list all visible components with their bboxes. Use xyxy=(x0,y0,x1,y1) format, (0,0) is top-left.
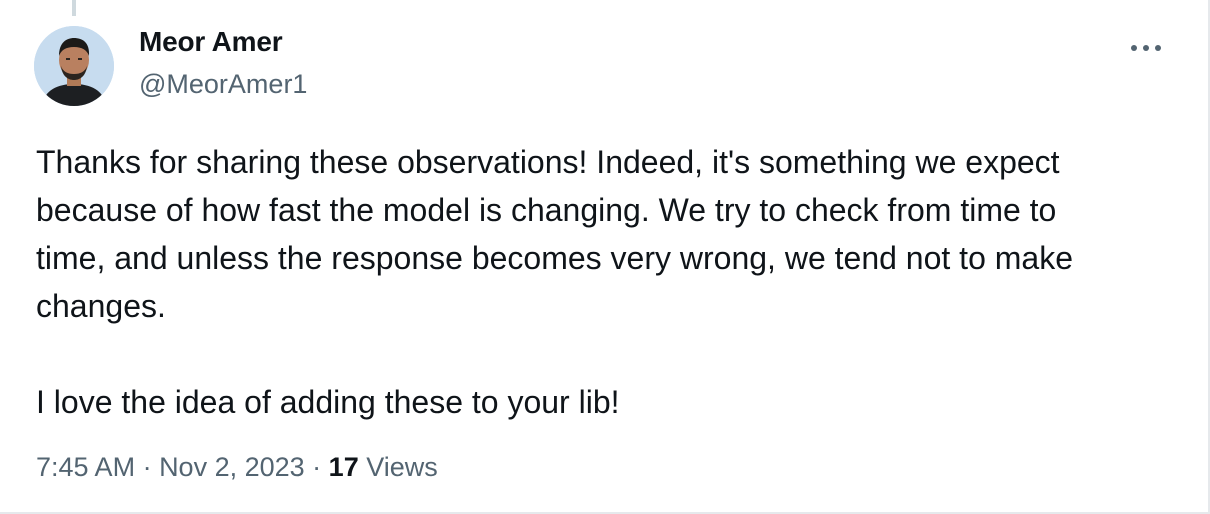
meta-separator: · xyxy=(135,452,160,482)
avatar[interactable] xyxy=(34,26,114,106)
more-horizontal-icon xyxy=(1131,45,1161,51)
author-display-name[interactable]: Meor Amer xyxy=(139,26,283,58)
tweet-text: Thanks for sharing these observations! I… xyxy=(36,144,1073,420)
user-avatar-icon xyxy=(34,26,114,106)
tweet-date[interactable]: Nov 2, 2023 xyxy=(159,452,305,482)
tweet-time[interactable]: 7:45 AM xyxy=(36,452,135,482)
views-label: Views xyxy=(358,452,438,482)
thread-connector-line xyxy=(72,0,76,16)
tweet-card: Meor Amer @MeorAmer1 Thanks for sharing … xyxy=(0,0,1210,514)
author-handle[interactable]: @MeorAmer1 xyxy=(139,69,307,100)
tweet-metadata: 7:45 AM · Nov 2, 2023 · 17 Views xyxy=(36,452,438,483)
views-count: 17 xyxy=(328,452,359,482)
more-options-button[interactable] xyxy=(1124,26,1168,70)
meta-separator: · xyxy=(304,452,329,482)
